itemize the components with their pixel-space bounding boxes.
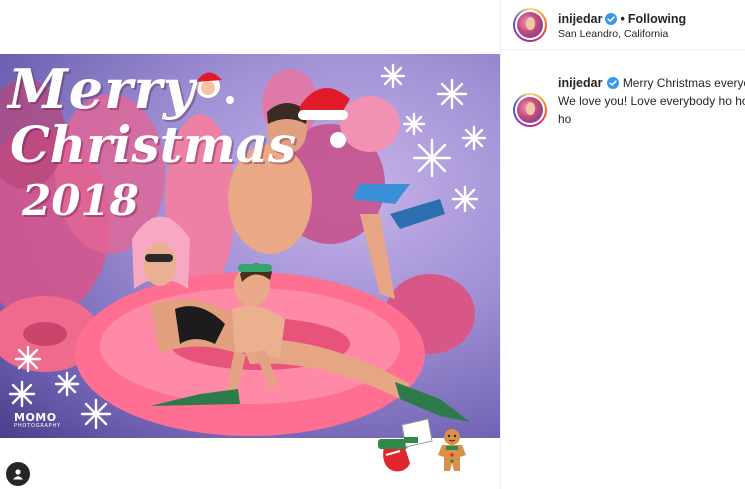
- author-username[interactable]: inijedar: [558, 12, 602, 26]
- user-icon: [13, 469, 23, 480]
- tagged-users-button[interactable]: [6, 462, 30, 486]
- author-line: inijedar • Following: [558, 12, 686, 26]
- caption-text-line-2: We love you! Love everybody ho ho: [558, 94, 745, 108]
- caption-line-1: inijedar Merry Christmas everyon: [558, 74, 745, 92]
- panel-divider: [500, 353, 501, 354]
- separator-dot: •: [620, 12, 625, 26]
- caption-text-line-1: Merry Christmas everyon: [622, 76, 745, 90]
- stocking-gingerbread-icon: [378, 418, 466, 472]
- post-location[interactable]: San Leandro, California: [558, 28, 668, 40]
- watermark-subtitle: PHOTOGRAPHY: [14, 423, 61, 429]
- caption-text-line-3: ho: [558, 112, 572, 126]
- author-avatar[interactable]: [513, 8, 547, 42]
- post-header: inijedar • Following San Leandro, Californ…: [501, 0, 745, 50]
- watermark-brand: MOMO: [14, 411, 57, 424]
- caption-author-avatar[interactable]: [513, 93, 547, 127]
- verified-badge-icon: [607, 77, 620, 89]
- post-caption: inijedar Merry Christmas everyon We love…: [558, 74, 745, 128]
- greeting-line-christmas: Christmas: [10, 115, 297, 174]
- caption-username[interactable]: inijedar: [558, 76, 602, 90]
- photographer-watermark: MOMO PHOTOGRAPHY: [14, 412, 61, 429]
- post-photo[interactable]: Merry Christmas 2018 MOMO PHOTOGRAPHY: [0, 54, 500, 438]
- verified-badge-icon: [605, 13, 618, 25]
- photo-greeting-text: Merry Christmas 2018: [8, 62, 296, 222]
- post-side-panel: inijedar • Following San Leandro, Californ…: [500, 0, 745, 489]
- greeting-line-year: 2018: [22, 176, 139, 225]
- instagram-post-page: Merry Christmas 2018 MOMO PHOTOGRAPHY in…: [0, 0, 745, 489]
- christmas-stickers: [370, 415, 480, 485]
- greeting-line-merry: Merry: [8, 57, 196, 121]
- following-button[interactable]: Following: [628, 12, 686, 26]
